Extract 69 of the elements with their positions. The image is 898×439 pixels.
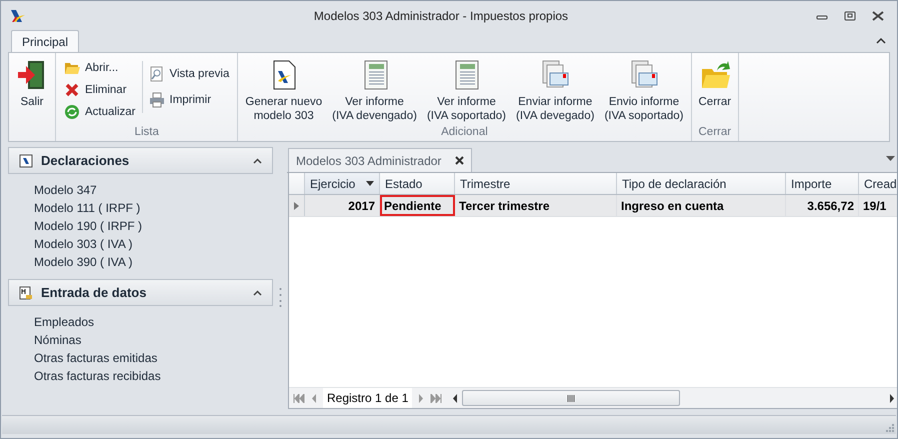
caret-icon [253,158,262,164]
table-cell: 3.656,72 [786,195,859,216]
nav-link[interactable]: Nóminas [34,331,273,349]
ribbon-button[interactable]: Generar nuevo modelo 303 [240,55,328,123]
table-cell: 2017 [305,195,380,216]
scroll-right-icon[interactable] [889,394,895,402]
column-header[interactable]: Estado [380,173,455,194]
table-cell: Ingreso en cuenta [617,195,786,216]
ribbon-button[interactable]: Actualizar [62,101,138,122]
ribbon-button[interactable]: Eliminar [62,80,138,100]
next-record-icon[interactable] [418,394,424,402]
previous-record-icon[interactable] [311,394,317,402]
ribbon-button[interactable]: Ver informe (IVA soportado) [422,55,511,123]
row-indicator-icon [294,202,299,210]
document-icon [19,154,33,168]
table-cell: 19/1 [859,195,897,216]
printer-icon [148,92,164,108]
last-record-icon[interactable] [430,394,442,402]
column-header[interactable]: Cread [859,173,897,194]
window-title: Modelos 303 Administrador - Impuestos propios [312,8,570,22]
ribbon-button[interactable]: Ver informe (IVA devengado) [327,55,422,123]
nav-link[interactable]: Otras facturas recibidas [34,367,273,385]
table-cell: Pendiente [380,195,455,216]
scrollbar-thumb[interactable] [462,390,680,406]
nav-link[interactable]: Empleados [34,313,273,331]
refresh-icon [64,104,80,120]
collapse-ribbon-icon[interactable] [876,37,886,45]
column-header[interactable]: Tipo de declaración [617,173,786,194]
nav-link[interactable]: Modelo 190 ( IRPF ) [34,217,273,235]
group-label: Adicional [440,125,489,140]
magnifier-icon [148,66,164,82]
resize-grip-icon[interactable] [885,423,894,432]
nav-link[interactable]: Modelo 303 ( IVA ) [34,235,273,253]
scroll-left-icon[interactable] [452,394,458,402]
column-header[interactable]: Trimestre [455,173,617,194]
grip-icon [567,394,576,402]
maximize-icon[interactable] [844,10,856,20]
nav-link[interactable]: Modelo 111 ( IRPF ) [34,199,273,217]
column-header[interactable]: Importe [786,173,859,194]
first-record-icon[interactable] [293,394,305,402]
record-counter: Registro 1 de 1 [323,388,412,408]
form-icon [19,286,33,300]
ribbon-button[interactable]: Imprimir [146,90,232,111]
splitter-handle-icon[interactable] [278,287,282,307]
group-label: Lista [134,125,160,140]
filter-dropdown-icon[interactable] [366,181,374,186]
ribbon-button[interactable]: Salir [11,55,53,109]
nav-group-header[interactable]: Entrada de datos [8,279,273,306]
ribbon-button[interactable]: Cerrar [694,55,736,109]
close-icon[interactable] [872,10,884,20]
ribbon-button[interactable]: Vista previa [146,63,232,84]
nav-link[interactable]: Modelo 347 [34,181,273,199]
nav-group-header[interactable]: Declaraciones [8,147,273,174]
dropdown-icon[interactable] [886,156,895,162]
ribbon-button[interactable]: Enviar informe (IVA devegado) [511,55,600,123]
delete-icon [64,82,80,98]
close-icon[interactable] [455,156,464,165]
caret-icon [253,290,262,296]
ribbon-button[interactable]: Abrir... [62,58,138,79]
folder-icon [64,60,80,76]
table-cell: Tercer trimestre [455,195,617,216]
ribbon-button[interactable]: Envio informe (IVA soportado) [599,55,688,123]
ribbon-tab[interactable]: Principal [11,30,80,52]
nav-link[interactable]: Modelo 390 ( IVA ) [34,253,273,271]
group-label: Cerrar [698,125,732,140]
nav-link[interactable]: Otras facturas emitidas [34,349,273,367]
document-tab[interactable]: Modelos 303 Administrador [288,148,472,172]
app-logo-icon [10,8,26,22]
column-header[interactable]: Ejercicio [305,173,380,194]
